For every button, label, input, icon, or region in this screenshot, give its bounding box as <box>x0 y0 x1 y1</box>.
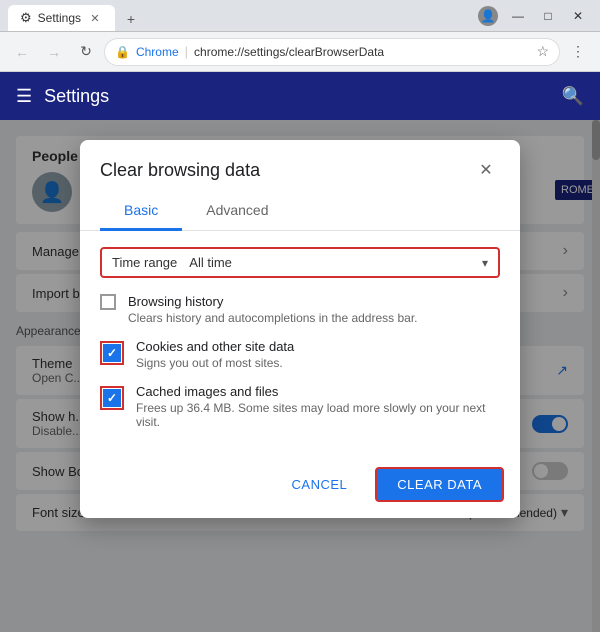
modal-overlay: Clear browsing data ✕ Basic Advanced Tim… <box>0 120 600 632</box>
page-header: ☰ Settings 🔍 <box>0 72 600 120</box>
url-text: chrome://settings/clearBrowserData <box>194 45 530 59</box>
address-bar: ← → ↻ 🔒 Chrome | chrome://settings/clear… <box>0 32 600 72</box>
time-range-label: Time range <box>112 255 177 270</box>
clear-data-button[interactable]: CLEAR DATA <box>375 467 504 502</box>
tab-advanced[interactable]: Advanced <box>182 192 292 231</box>
dialog-header: Clear browsing data ✕ <box>80 140 520 192</box>
cached-item: Cached images and files Frees up 36.4 MB… <box>100 384 500 429</box>
back-button[interactable]: ← <box>8 38 36 66</box>
title-bar: ⚙ Settings ✕ + 👤 — □ ✕ <box>0 0 600 32</box>
refresh-button[interactable]: ↻ <box>72 38 100 66</box>
bookmark-star-icon[interactable]: ☆ <box>536 43 549 60</box>
dialog-footer: CANCEL CLEAR DATA <box>80 459 520 518</box>
cancel-button[interactable]: CANCEL <box>272 469 368 500</box>
url-separator: | <box>185 44 188 59</box>
user-icon[interactable]: 👤 <box>478 6 498 26</box>
cached-desc: Frees up 36.4 MB. Some sites may load mo… <box>136 401 500 429</box>
settings-content: People 👤 Sign in to autom... You can als… <box>0 120 600 632</box>
dialog-title: Clear browsing data <box>100 160 260 181</box>
time-range-select[interactable]: All time Last hour Last 24 hours Last 7 … <box>189 255 470 270</box>
cached-text: Cached images and files Frees up 36.4 MB… <box>136 384 500 429</box>
browsing-history-item: Browsing history Clears history and auto… <box>100 294 500 325</box>
cookies-desc: Signs you out of most sites. <box>136 356 500 370</box>
browsing-history-label: Browsing history <box>128 294 500 309</box>
search-icon[interactable]: 🔍 <box>562 86 584 107</box>
page-area: ☰ Settings 🔍 People 👤 Sign in to autom..… <box>0 72 600 632</box>
tab-basic[interactable]: Basic <box>100 192 182 231</box>
window-controls: 👤 — □ ✕ <box>478 2 592 30</box>
dialog-body: Time range All time Last hour Last 24 ho… <box>80 231 520 459</box>
tab-bar: ⚙ Settings ✕ + <box>8 0 143 31</box>
url-source: Chrome <box>136 45 179 59</box>
dialog-close-button[interactable]: ✕ <box>472 156 500 184</box>
dialog-tabs: Basic Advanced <box>80 192 520 231</box>
more-tools-button[interactable]: ⋮ <box>564 38 592 66</box>
dialog: Clear browsing data ✕ Basic Advanced Tim… <box>80 140 520 518</box>
cached-checkbox-wrapper <box>100 386 124 410</box>
close-button[interactable]: ✕ <box>564 2 592 30</box>
cookies-label: Cookies and other site data <box>136 339 500 354</box>
forward-button[interactable]: → <box>40 38 68 66</box>
time-range-arrow-icon: ▾ <box>482 256 488 270</box>
browsing-history-desc: Clears history and autocompletions in th… <box>128 311 500 325</box>
cookies-item: Cookies and other site data Signs you ou… <box>100 339 500 370</box>
browsing-history-text: Browsing history Clears history and auto… <box>128 294 500 325</box>
cookies-checkbox-wrapper <box>100 341 124 365</box>
tab-close-button[interactable]: ✕ <box>87 10 103 26</box>
settings-tab[interactable]: ⚙ Settings ✕ <box>8 5 115 31</box>
tab-favicon-icon: ⚙ <box>20 10 32 26</box>
cookies-checkbox[interactable] <box>103 344 121 362</box>
maximize-button[interactable]: □ <box>534 2 562 30</box>
minimize-button[interactable]: — <box>504 2 532 30</box>
tab-title: Settings <box>38 11 81 25</box>
cached-checkbox[interactable] <box>103 389 121 407</box>
new-tab-button[interactable]: + <box>119 7 143 31</box>
cookies-text: Cookies and other site data Signs you ou… <box>136 339 500 370</box>
page-title: Settings <box>44 86 109 107</box>
browsing-history-checkbox[interactable] <box>100 294 116 310</box>
time-range-row: Time range All time Last hour Last 24 ho… <box>100 247 500 278</box>
hamburger-menu-icon[interactable]: ☰ <box>16 86 32 107</box>
url-box[interactable]: 🔒 Chrome | chrome://settings/clearBrowse… <box>104 38 560 66</box>
cached-label: Cached images and files <box>136 384 500 399</box>
lock-icon: 🔒 <box>115 45 130 59</box>
